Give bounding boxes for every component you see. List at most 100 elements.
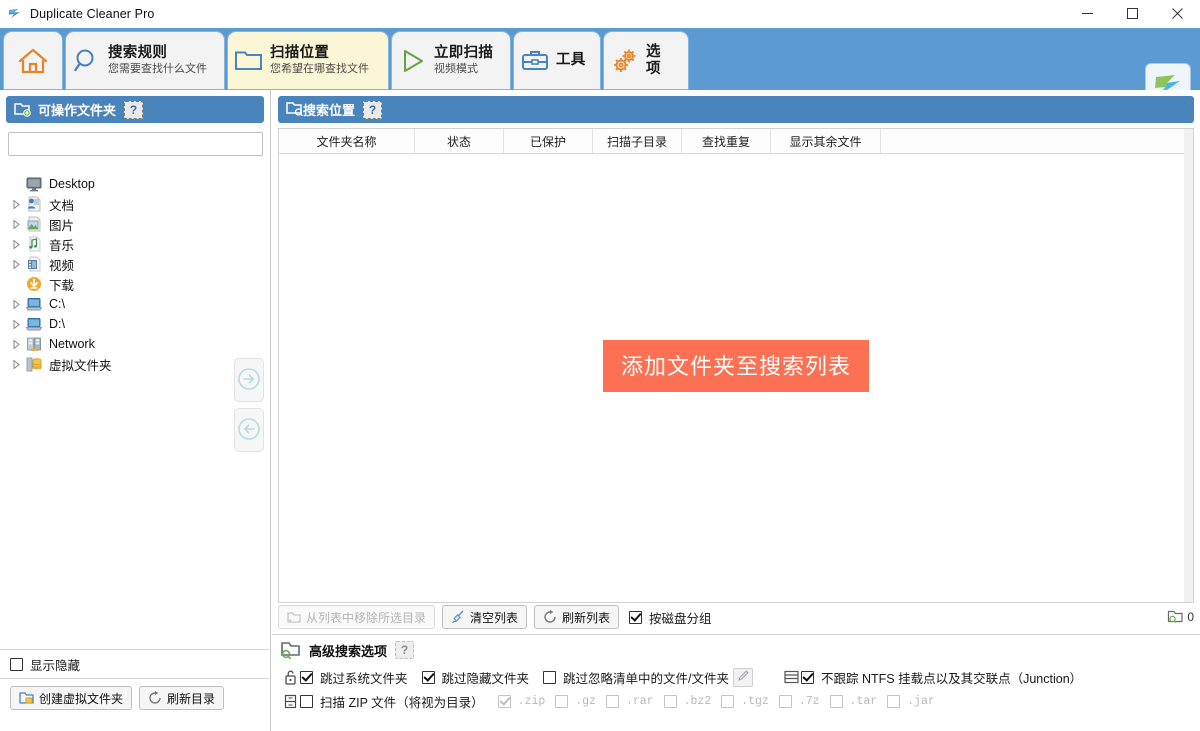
create-virtual-folder-button[interactable]: 创建虚拟文件夹 bbox=[10, 686, 132, 710]
tab-scan-location-subtitle: 您希望在哪查找文件 bbox=[270, 62, 369, 76]
search-locations-list[interactable]: 文件夹名称 状态 已保护 扫描子目录 查找重复 显示其余文件 添加文件夹至搜索列… bbox=[278, 128, 1194, 603]
tab-scan-now[interactable]: 立即扫描 视频模式 bbox=[392, 32, 510, 89]
advanced-search-options: 高级搜索选项 ? 跳过系统文件夹 跳过隐藏文件夹 bbox=[272, 634, 1200, 731]
ext-zip-checkbox[interactable] bbox=[498, 695, 511, 708]
ext-rar-checkbox[interactable] bbox=[606, 695, 619, 708]
scan-zip-row[interactable]: 扫描 ZIP 文件（将视为目录） bbox=[300, 692, 484, 711]
group-by-disk-checkbox[interactable] bbox=[629, 611, 642, 624]
expander-icon[interactable] bbox=[10, 218, 23, 231]
refresh-dirs-label: 刷新目录 bbox=[167, 690, 215, 707]
folder-tree[interactable]: Desktop 文档 bbox=[0, 170, 269, 649]
ext-jar-row[interactable]: .jar bbox=[887, 695, 935, 708]
expander-icon[interactable] bbox=[10, 318, 23, 331]
group-by-disk-row[interactable]: 按磁盘分组 bbox=[629, 608, 712, 627]
no-follow-ntfs-row[interactable]: 不跟踪 NTFS 挂载点以及其交联点（Junction） bbox=[801, 668, 1082, 687]
tab-home[interactable] bbox=[4, 32, 62, 89]
ext-7z-label: .7z bbox=[799, 695, 820, 708]
move-right-arrow bbox=[237, 367, 261, 394]
move-left-button[interactable] bbox=[234, 408, 264, 452]
tab-scan-location[interactable]: 扫描位置 您希望在哪查找文件 bbox=[228, 32, 388, 89]
ext-tgz-row[interactable]: .tgz bbox=[721, 695, 769, 708]
expander-icon[interactable] bbox=[10, 298, 23, 311]
ext-tgz-checkbox[interactable] bbox=[721, 695, 734, 708]
tree-item-videos[interactable]: 视频 bbox=[0, 254, 269, 274]
skip-system-folders-checkbox[interactable] bbox=[300, 671, 313, 684]
search-locations-help-button[interactable]: ? bbox=[363, 101, 382, 119]
tab-tools[interactable]: 工具 bbox=[514, 32, 600, 89]
refresh-list-button[interactable]: 刷新列表 bbox=[534, 605, 619, 629]
move-right-button[interactable] bbox=[234, 358, 264, 402]
no-follow-ntfs-checkbox[interactable] bbox=[801, 671, 814, 684]
ext-rar-row[interactable]: .rar bbox=[606, 695, 654, 708]
tree-item-drive-c[interactable]: C:\ bbox=[0, 294, 269, 314]
broom-icon bbox=[451, 610, 465, 624]
tree-item-network[interactable]: Network bbox=[0, 334, 269, 354]
skip-ignore-list-checkbox[interactable] bbox=[543, 671, 556, 684]
ext-tgz-label: .tgz bbox=[741, 695, 769, 708]
gears-icon bbox=[604, 47, 646, 75]
folder-search-icon bbox=[280, 640, 302, 660]
list-icon bbox=[781, 670, 801, 684]
search-locations-panel: 搜索位置 ? 文件夹名称 状态 已保护 扫描子目录 查找重复 显示其余文件 添加… bbox=[272, 90, 1200, 731]
ext-tar-checkbox[interactable] bbox=[830, 695, 843, 708]
ext-bz2-checkbox[interactable] bbox=[664, 695, 677, 708]
tree-item-documents[interactable]: 文档 bbox=[0, 194, 269, 214]
folder-search-icon bbox=[286, 101, 303, 119]
expander-icon[interactable] bbox=[10, 238, 23, 251]
app-logo-icon bbox=[7, 6, 23, 22]
virtual-folder-icon bbox=[24, 355, 44, 373]
tab-options-title: 选项 bbox=[646, 44, 674, 77]
clear-list-button[interactable]: 清空列表 bbox=[442, 605, 527, 629]
skip-ignore-list-row[interactable]: 跳过忽略清单中的文件/文件夹 bbox=[543, 668, 753, 687]
tree-item-drive-d[interactable]: D:\ bbox=[0, 314, 269, 334]
tab-options[interactable]: 选项 bbox=[604, 32, 688, 89]
show-hidden-row[interactable]: 显示隐藏 bbox=[0, 650, 269, 678]
tab-search-rules[interactable]: 搜索规则 您需要查找什么文件 bbox=[66, 32, 224, 89]
refresh-dirs-button[interactable]: 刷新目录 bbox=[139, 686, 224, 710]
expander-icon[interactable] bbox=[10, 358, 23, 371]
ext-tar-row[interactable]: .tar bbox=[830, 695, 878, 708]
tree-item-label: D:\ bbox=[49, 317, 65, 331]
ext-7z-row[interactable]: .7z bbox=[779, 695, 820, 708]
edit-ignore-list-button[interactable] bbox=[733, 668, 753, 687]
tree-item-label: 视频 bbox=[49, 255, 74, 274]
close-button[interactable] bbox=[1155, 0, 1200, 28]
actionable-folders-title: 可操作文件夹 bbox=[38, 100, 116, 119]
ext-gz-checkbox[interactable] bbox=[555, 695, 568, 708]
network-icon bbox=[24, 335, 44, 353]
list-vertical-scrollbar[interactable] bbox=[1184, 129, 1193, 602]
expander-icon[interactable] bbox=[10, 198, 23, 211]
minimize-button[interactable] bbox=[1065, 0, 1110, 28]
maximize-button[interactable] bbox=[1110, 0, 1155, 28]
actionable-folders-help-button[interactable]: ? bbox=[124, 101, 143, 119]
advanced-options-row-1: 跳过系统文件夹 跳过隐藏文件夹 跳过忽略清单中的文件/文件夹 bbox=[280, 665, 1200, 689]
tree-item-downloads[interactable]: 下载 bbox=[0, 274, 269, 294]
ext-bz2-row[interactable]: .bz2 bbox=[664, 695, 712, 708]
advanced-options-help-button[interactable]: ? bbox=[395, 641, 414, 659]
skip-ignore-list-label: 跳过忽略清单中的文件/文件夹 bbox=[563, 668, 729, 687]
pencil-icon bbox=[737, 669, 750, 685]
remove-selected-button[interactable]: 从列表中移除所选目录 bbox=[278, 605, 435, 629]
ext-zip-row[interactable]: .zip bbox=[498, 695, 546, 708]
expander-icon[interactable] bbox=[10, 338, 23, 351]
advanced-options-title: 高级搜索选项 bbox=[309, 641, 387, 660]
play-icon bbox=[392, 48, 434, 74]
folder-filter-input[interactable] bbox=[8, 132, 263, 156]
tab-search-rules-title: 搜索规则 bbox=[108, 45, 207, 62]
ext-jar-checkbox[interactable] bbox=[887, 695, 900, 708]
ext-rar-label: .rar bbox=[626, 695, 654, 708]
show-hidden-checkbox[interactable] bbox=[10, 658, 23, 671]
tree-item-virtual-folder[interactable]: 虚拟文件夹 bbox=[0, 354, 269, 374]
skip-system-folders-row[interactable]: 跳过系统文件夹 bbox=[300, 668, 408, 687]
folder-count: 0 bbox=[1167, 609, 1194, 625]
skip-hidden-folders-row[interactable]: 跳过隐藏文件夹 bbox=[422, 668, 530, 687]
video-icon bbox=[24, 255, 44, 273]
scan-zip-checkbox[interactable] bbox=[300, 695, 313, 708]
tree-item-pictures[interactable]: 图片 bbox=[0, 214, 269, 234]
ext-7z-checkbox[interactable] bbox=[779, 695, 792, 708]
expander-icon[interactable] bbox=[10, 258, 23, 271]
skip-hidden-folders-checkbox[interactable] bbox=[422, 671, 435, 684]
ext-gz-row[interactable]: .gz bbox=[555, 695, 596, 708]
tree-item-desktop[interactable]: Desktop bbox=[0, 174, 269, 194]
tree-item-music[interactable]: 音乐 bbox=[0, 234, 269, 254]
